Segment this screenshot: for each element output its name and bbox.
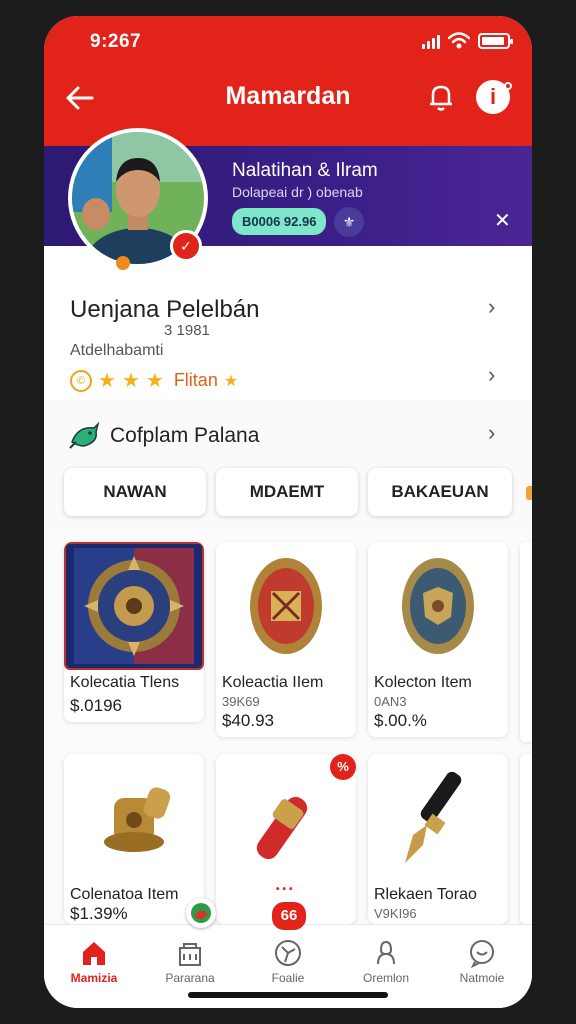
nav-item-home[interactable]: Mamizia (54, 935, 134, 985)
chevron-right-icon[interactable]: › (488, 362, 495, 388)
star-icon: ★ (121, 370, 140, 392)
product-card[interactable]: Kolecton Item 0AN3 $.00.% (368, 542, 508, 737)
flag-badge-icon[interactable] (186, 898, 216, 928)
star-icon: ★ (145, 370, 164, 392)
product-card-peek[interactable] (520, 754, 532, 924)
store-icon (179, 943, 201, 966)
product-sub: 0AN3 (374, 694, 407, 709)
close-icon[interactable]: ✕ (494, 208, 511, 233)
product-name: Kolecton Item (374, 674, 472, 691)
product-card[interactable]: Colenatoa Item $1.39% (64, 754, 204, 924)
notification-dot (504, 82, 512, 90)
status-time: 9:267 (90, 31, 142, 52)
nav-item-chat[interactable]: Natmoie (442, 935, 522, 985)
scroll-indicator (526, 486, 532, 500)
chevron-right-icon[interactable]: › (488, 420, 495, 446)
chat-icon (470, 940, 494, 968)
rating-row[interactable]: © ★ ★ ★ Flitan ★ (70, 368, 238, 393)
battery-icon (478, 33, 513, 49)
discount-badge-icon: % (330, 754, 356, 780)
fountain-pen-icon (368, 754, 508, 882)
product-sub: V9KI96 (374, 906, 417, 921)
product-name: Kolecatia Tlens (70, 674, 180, 691)
star-icon: ★ (98, 370, 116, 392)
bell-icon (430, 85, 452, 111)
promo-title: Nalatihan & Ilram (232, 160, 378, 181)
nav-label: Oremlon (362, 971, 409, 985)
profile-handle: Atdelhabamti (70, 342, 164, 359)
filter-tabs: NAWAN MDAEMT BAKAEUAN (64, 468, 512, 516)
product-name: Colenatoa Item (70, 886, 179, 903)
product-card[interactable] (216, 754, 356, 924)
promo-code[interactable]: B0006 92.96 (232, 208, 327, 235)
notifications-button[interactable] (424, 80, 458, 114)
product-name: Rlekaen Torao (374, 886, 477, 903)
nav-label: Pararana (165, 971, 215, 985)
nav-item-explore[interactable]: Foalie (248, 935, 328, 985)
tab-bakaeuan[interactable]: BAKAEUAN (368, 468, 512, 516)
medal-emblem-icon (64, 542, 204, 670)
product-price: $.00.% (374, 711, 427, 730)
phone-screen: 9:267 Mamardan i Nalatihan & Ilram Dolap… (44, 16, 532, 1008)
product-name: Koleactia IIem (222, 674, 324, 691)
profile-name: Uenjana Pelelbán (70, 296, 260, 323)
home-icon (83, 942, 105, 965)
product-price: $1.39% (70, 904, 128, 923)
brass-bell-icon (64, 754, 204, 882)
nav-label: Mamizia (70, 971, 118, 985)
product-card-peek[interactable] (520, 542, 532, 742)
product-card[interactable]: Rlekaen Torao V9KI96 (368, 754, 508, 924)
badge-medal-icon (368, 542, 508, 670)
fish-icon (69, 422, 100, 449)
promo-subtitle: Dolapeai dr ) obenab (232, 184, 363, 200)
app-header: 9:267 Mamardan i (44, 16, 532, 146)
fab-dots: ••• (276, 884, 296, 895)
product-price: $40.93 (222, 711, 274, 730)
nav-label: Foalie (271, 971, 305, 985)
status-icons (422, 32, 513, 50)
tab-nawan[interactable]: NAWAN (64, 468, 206, 516)
verified-badge-icon: ✓ (170, 230, 202, 262)
nav-item-store[interactable]: Pararana (150, 935, 230, 985)
badge-medal-icon (216, 542, 356, 670)
collection-section: Cofplam Palana › NAWAN MDAEMT BAKAEUAN (44, 400, 532, 528)
coin-icon: © (70, 369, 92, 392)
signal-icon (422, 33, 440, 49)
info-icon: i (489, 84, 497, 109)
tab-mdaemt[interactable]: MDAEMT (216, 468, 358, 516)
home-indicator[interactable] (188, 992, 388, 998)
info-button[interactable]: i (476, 80, 512, 114)
product-price: $.0196 (70, 696, 122, 715)
product-card[interactable]: Koleactia IIem 39K69 $40.93 (216, 542, 356, 737)
promo-badge-icon: ⚜ (334, 207, 364, 237)
profile-card[interactable]: Uenjana Pelelbán › 3 1981 Atdelhabamti ©… (44, 246, 532, 400)
product-card[interactable]: Kolecatia Tlens $.0196 (64, 542, 204, 722)
explore-icon (275, 940, 301, 966)
product-sub: 39K69 (222, 694, 260, 709)
wifi-icon (448, 32, 470, 49)
nav-label: Natmoie (459, 971, 505, 985)
chevron-right-icon[interactable]: › (488, 294, 495, 320)
section-header[interactable]: Cofplam Palana (68, 422, 259, 450)
page-title: Mamardan (225, 82, 351, 110)
section-title: Cofplam Palana (110, 424, 260, 447)
profile-meta: 3 1981 (164, 322, 210, 339)
star-icon: ★ (223, 372, 239, 390)
user-icon (377, 940, 395, 965)
cart-button[interactable]: 66 (272, 902, 306, 930)
nav-item-profile[interactable]: Oremlon (346, 935, 426, 985)
rating-label: Flitan (173, 370, 218, 390)
status-dot-icon (116, 256, 130, 270)
